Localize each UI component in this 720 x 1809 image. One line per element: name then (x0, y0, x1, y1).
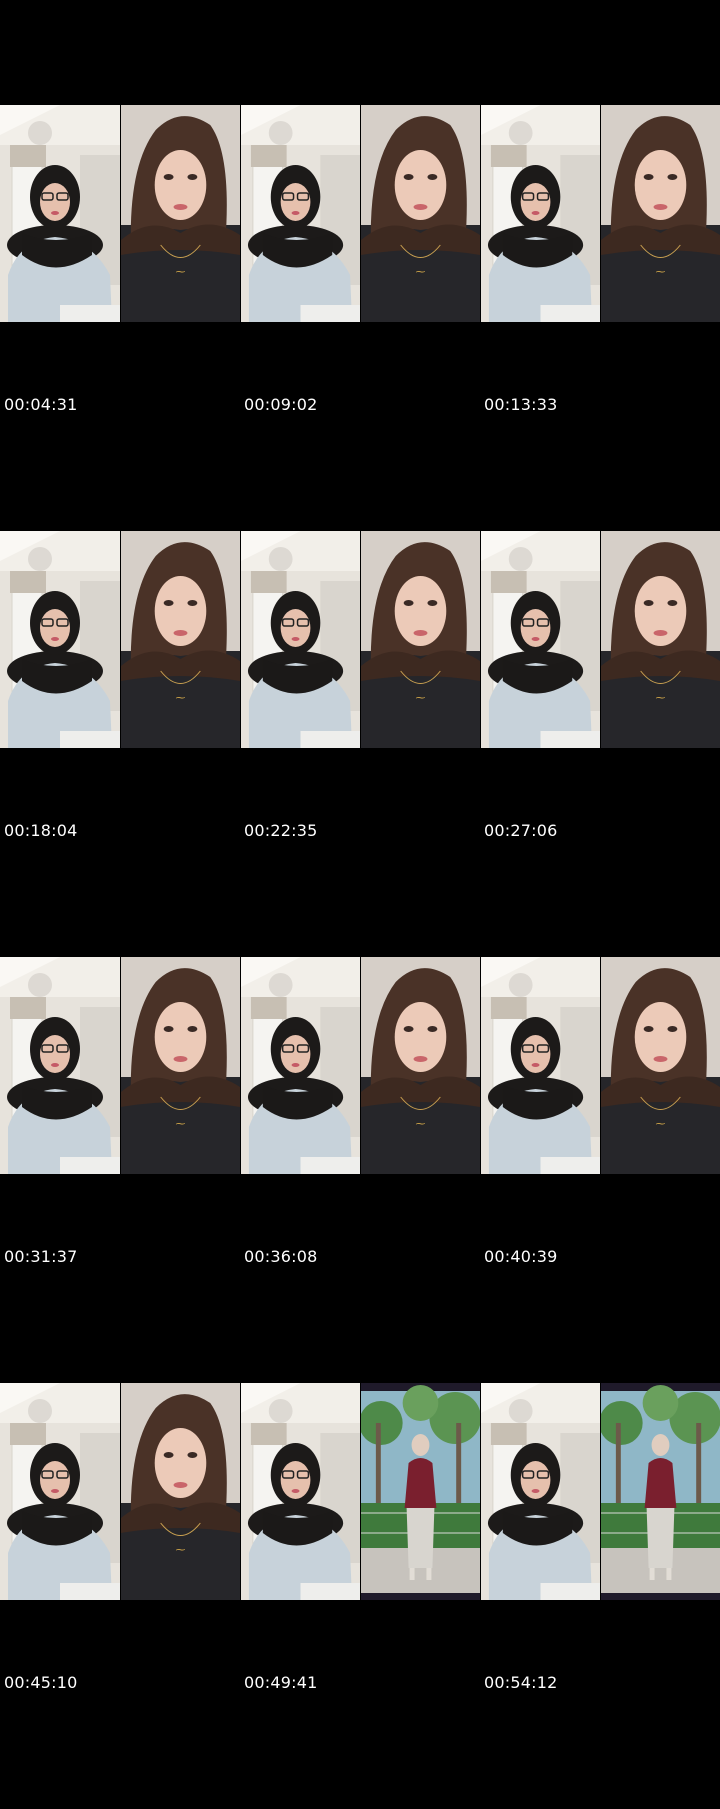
video-frame-thumbnail: ⁓ (120, 531, 240, 748)
frame-timestamp: 00:27:06 (484, 821, 558, 840)
svg-text:⁓: ⁓ (656, 1119, 666, 1130)
video-frame-thumbnail (240, 105, 360, 322)
svg-text:⁓: ⁓ (176, 1119, 186, 1130)
thumbnail-strip: ⁓ (0, 1383, 720, 1600)
video-frame-thumbnail: ⁓ (120, 957, 240, 1174)
thumbnail-strip: ⁓ (0, 531, 720, 748)
frame-timestamp: 00:45:10 (4, 1673, 78, 1692)
svg-text:⁓: ⁓ (416, 1119, 426, 1130)
video-frame-thumbnail (240, 957, 360, 1174)
svg-text:⁓: ⁓ (176, 267, 186, 278)
video-frame-thumbnail (360, 1383, 480, 1600)
frame-timestamp: 00:13:33 (484, 395, 558, 414)
svg-text:⁓: ⁓ (416, 693, 426, 704)
video-frame-thumbnail (0, 105, 120, 322)
video-frame-thumbnail: ⁓ (360, 957, 480, 1174)
video-frame-thumbnail (600, 1383, 720, 1600)
contact-sheet-row: ⁓ (0, 105, 720, 531)
frame-timestamp: 00:31:37 (4, 1247, 78, 1266)
frame-timestamp: 00:18:04 (4, 821, 78, 840)
thumbnail-strip: ⁓ (0, 105, 720, 322)
frame-timestamp: 00:22:35 (244, 821, 318, 840)
video-frame-thumbnail (0, 957, 120, 1174)
svg-text:⁓: ⁓ (416, 267, 426, 278)
video-frame-thumbnail: ⁓ (120, 105, 240, 322)
video-frame-thumbnail (480, 531, 600, 748)
video-frame-thumbnail: ⁓ (600, 531, 720, 748)
video-frame-thumbnail (0, 1383, 120, 1600)
video-frame-thumbnail (480, 957, 600, 1174)
svg-text:⁓: ⁓ (656, 693, 666, 704)
svg-text:⁓: ⁓ (176, 693, 186, 704)
video-frame-thumbnail (480, 1383, 600, 1600)
contact-sheet-row: ⁓ (0, 1383, 720, 1809)
video-frame-thumbnail (240, 1383, 360, 1600)
svg-text:⁓: ⁓ (656, 267, 666, 278)
frame-timestamp: 00:54:12 (484, 1673, 558, 1692)
frame-timestamp: 00:04:31 (4, 395, 78, 414)
video-frame-thumbnail: ⁓ (600, 105, 720, 322)
frame-timestamp: 00:49:41 (244, 1673, 318, 1692)
video-frame-thumbnail: ⁓ (600, 957, 720, 1174)
video-frame-thumbnail: ⁓ (360, 531, 480, 748)
video-frame-thumbnail (240, 531, 360, 748)
thumbnail-strip: ⁓ (0, 957, 720, 1174)
contact-sheet-row: ⁓ (0, 957, 720, 1383)
video-frame-thumbnail: ⁓ (360, 105, 480, 322)
frame-timestamp: 00:40:39 (484, 1247, 558, 1266)
svg-text:⁓: ⁓ (176, 1545, 186, 1556)
video-frame-thumbnail: ⁓ (120, 1383, 240, 1600)
frame-timestamp: 00:36:08 (244, 1247, 318, 1266)
contact-sheet-row: ⁓ (0, 531, 720, 957)
video-frame-thumbnail (0, 531, 120, 748)
video-frame-thumbnail (480, 105, 600, 322)
frame-timestamp: 00:09:02 (244, 395, 318, 414)
